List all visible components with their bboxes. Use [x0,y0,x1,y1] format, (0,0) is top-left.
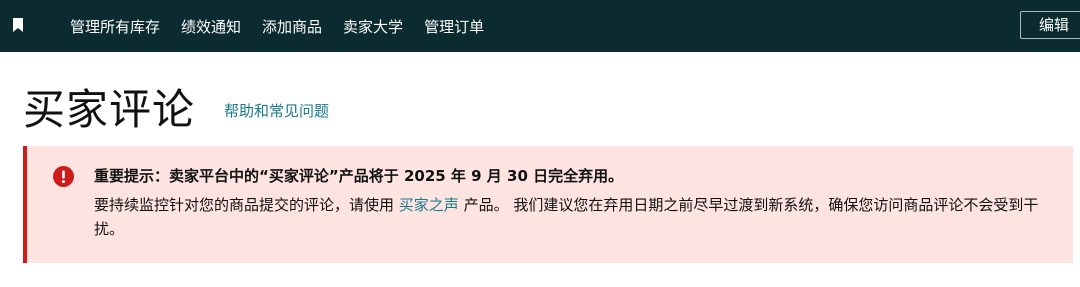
alert-body-text-before-link: 要持续监控针对您的商品提交的评论，请使用 [94,196,399,214]
alert-body: 要持续监控针对您的商品提交的评论，请使用 买家之声 产品。 我们建议您在弃用日期… [94,193,1054,241]
nav-item-add-product[interactable]: 添加商品 [262,16,322,37]
bookmark-icon[interactable] [12,18,24,32]
alert-error-icon [53,166,74,187]
voice-of-customer-link[interactable]: 买家之声 [399,196,459,214]
page-title: 买家评论 [23,85,196,134]
nav-item-manage-inventory[interactable]: 管理所有库存 [70,16,160,37]
deprecation-alert: 重要提示：卖家平台中的“买家评论”产品将于 2025 年 9 月 30 日完全弃… [23,146,1073,263]
nav-item-manage-orders[interactable]: 管理订单 [424,16,484,37]
nav-item-seller-university[interactable]: 卖家大学 [343,16,403,37]
top-navigation-bar: 管理所有库存 绩效通知 添加商品 卖家大学 管理订单 编辑 [0,0,1080,52]
help-faq-link[interactable]: 帮助和常见问题 [224,100,329,121]
nav-menu: 管理所有库存 绩效通知 添加商品 卖家大学 管理订单 [70,0,484,52]
alert-heading: 重要提示：卖家平台中的“买家评论”产品将于 2025 年 9 月 30 日完全弃… [94,167,624,185]
nav-item-performance-notifications[interactable]: 绩效通知 [181,16,241,37]
edit-button[interactable]: 编辑 [1020,11,1080,39]
